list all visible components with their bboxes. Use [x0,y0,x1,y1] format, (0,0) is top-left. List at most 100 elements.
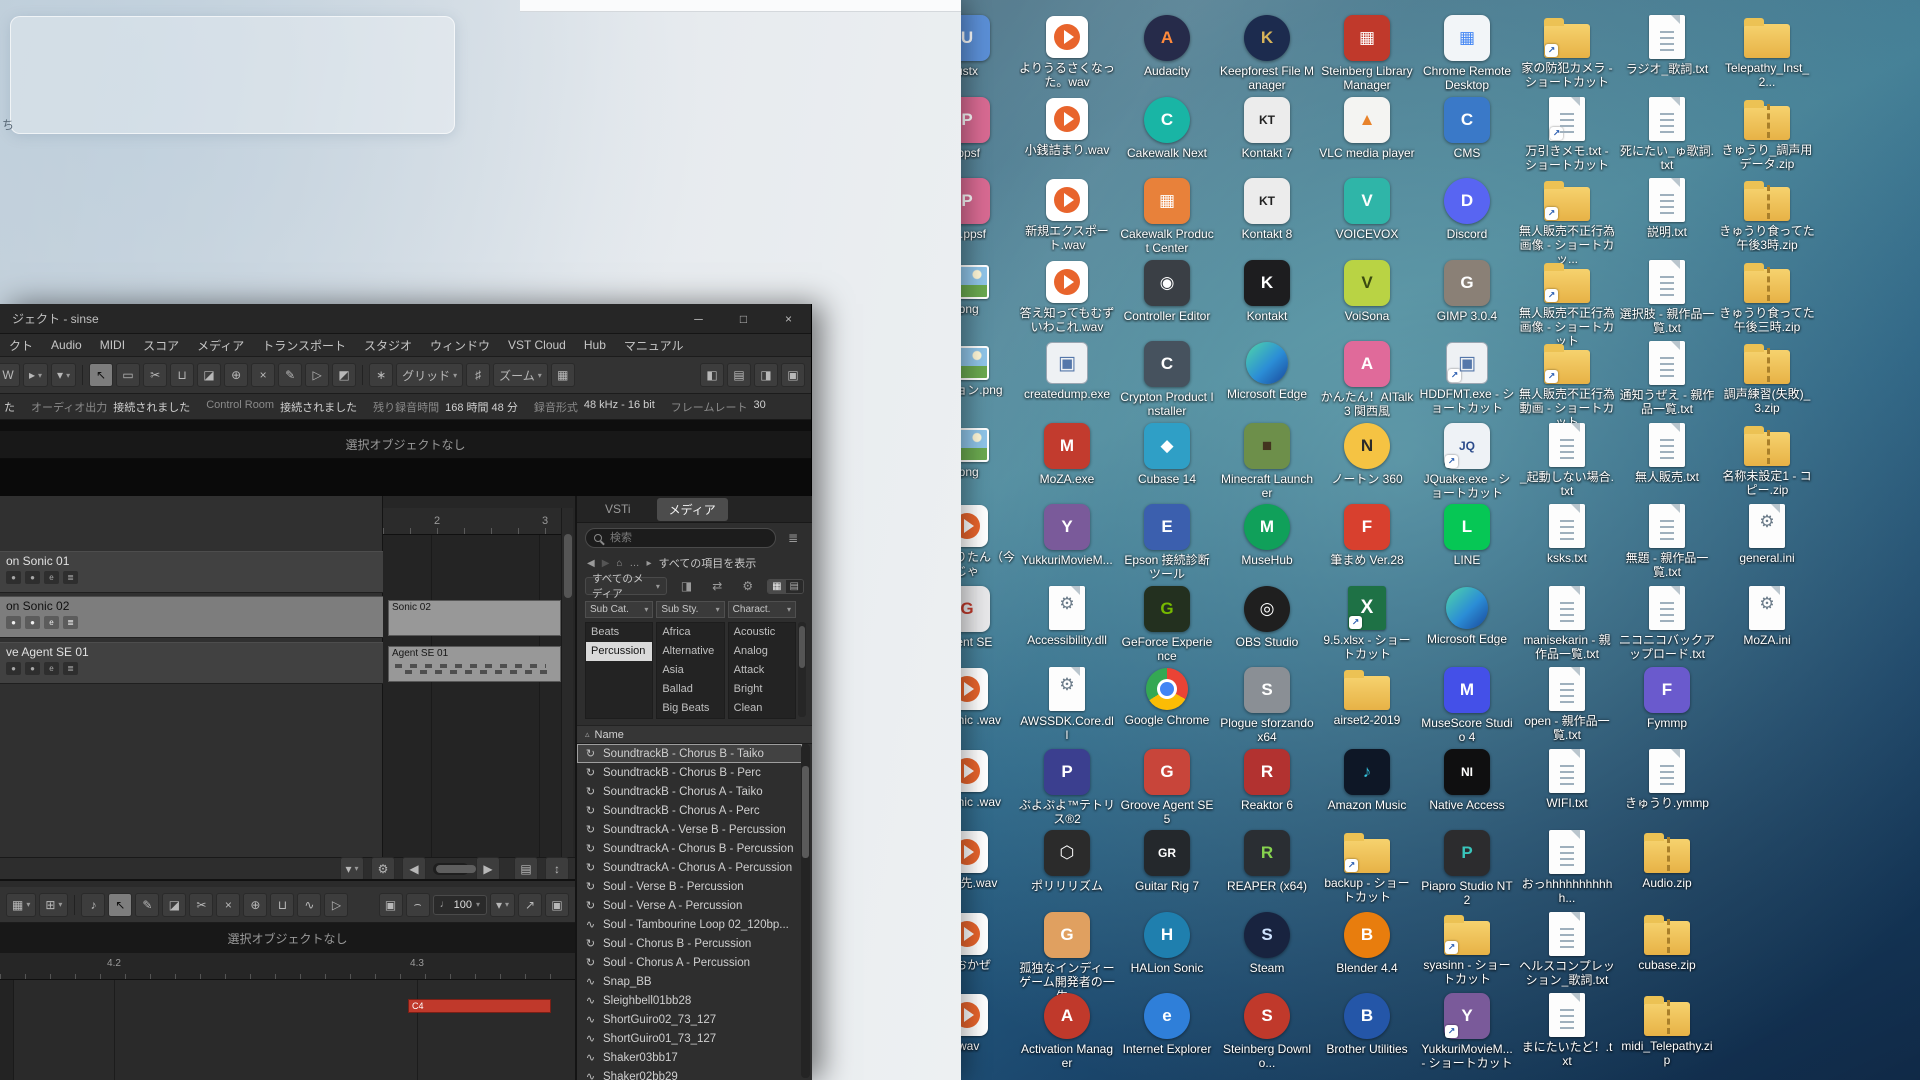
desktop-icon[interactable]: EEpson 接続診断ツール [1119,503,1215,581]
desktop-icon[interactable]: RREAPER (x64) [1219,829,1315,893]
menu-item[interactable]: ウィンドウ [421,337,499,354]
desktop-icon[interactable]: ▦Steinberg Library Manager [1319,14,1415,92]
media-result-row[interactable]: ∿Snap_BB [577,972,802,991]
meter-icon[interactable]: ≣ [63,616,78,629]
scrollbar-thumb[interactable] [564,534,572,598]
activate-project-dropdown[interactable]: ▸▾ [23,363,48,387]
media-result-row[interactable]: ↻SoundtrackA - Chorus A - Percussion [577,858,802,877]
desktop-icon[interactable]: CCMS [1419,96,1515,160]
path-ellipsis[interactable]: … [629,558,639,569]
view-mode-icon[interactable]: ▦ [768,580,785,593]
media-result-row[interactable]: ↻SoundtrackA - Chorus B - Percussion [577,839,802,858]
split-tool[interactable]: ✂ [143,363,167,387]
desktop-icon[interactable]: Accessibility.dll [1019,585,1115,647]
mute-tool[interactable]: × [251,363,275,387]
menu-item[interactable]: MIDI [91,338,134,352]
color-tool[interactable]: ◩ [332,363,356,387]
grid-type-dropdown[interactable]: グリッド▾ [396,363,463,387]
desktop-icon[interactable]: KKontakt [1219,259,1315,323]
desktop-icon[interactable]: VVoiSona [1319,259,1415,323]
menu-item[interactable]: メディア [188,337,253,354]
length-quantize-stepper[interactable]: ♩100▾ [433,895,487,915]
desktop-icon[interactable]: ksks.txt [1519,503,1615,565]
results-name-header[interactable]: ▵ Name [577,725,812,744]
desktop-icon[interactable]: MMuseHub [1219,503,1315,567]
menu-item[interactable]: VST Cloud [499,338,575,352]
meter-icon[interactable]: ≣ [63,571,78,584]
desktop-icon[interactable]: createdump.exe [1019,340,1115,401]
desktop-icon[interactable]: 死にたい_ゅ歌詞.txt [1619,96,1715,172]
mute-button[interactable]: ● [6,662,21,675]
desktop-icon[interactable]: 選択肢 - 親作品一覧.txt [1619,259,1715,335]
glue-tool[interactable]: ⊔ [170,363,194,387]
desktop-icon[interactable]: SSteinberg Downlo... [1219,992,1315,1070]
desktop-icon[interactable]: ↗backup - ショートカット [1319,829,1415,904]
auto-select-controllers-button[interactable]: ▣ [379,893,403,917]
tab-メディア[interactable]: メディア [657,498,728,521]
desktop-icon[interactable]: ↗万引きメモ.txt - ショートカット [1519,96,1615,172]
desktop-icon[interactable]: AWSSDK.Core.dll [1019,666,1115,742]
media-result-row[interactable]: ∿Soul - Tambourine Loop 02_120bp... [577,915,802,934]
zoom-preset-button[interactable]: ▤ [514,857,538,881]
editor-setup-button[interactable]: ▣ [545,893,569,917]
path-chevron-icon[interactable]: ▸ [646,558,651,569]
media-result-row[interactable]: ↻SoundtrackB - Chorus B - Perc [577,763,802,782]
desktop-icon[interactable]: open - 親作品一覧.txt [1519,666,1615,742]
desktop-icon[interactable]: きゅうり_調声用データ.zip [1719,96,1815,171]
scrollbar-thumb[interactable] [799,626,805,668]
results-scrollbar[interactable] [801,744,810,1078]
cubase-titlebar[interactable]: ジェクト - sinse ─□× [0,304,811,334]
media-result-row[interactable]: ↻SoundtrackB - Chorus A - Perc [577,801,802,820]
desktop-icon[interactable]: VVOICEVOX [1319,177,1415,241]
desktop-icon[interactable]: ヘルスコンプレッション_歌詞.txt [1519,911,1615,987]
draw-tool[interactable]: ✎ [278,363,302,387]
menu-item[interactable]: Hub [575,338,615,352]
quantize-dropdown[interactable]: ▾▾ [490,893,515,917]
desktop-icon[interactable]: MMoZA.exe [1019,422,1115,486]
media-settings-button[interactable]: ⚙ [736,578,759,594]
desktop-icon[interactable]: manisekarin - 親作品一覧.txt [1519,585,1615,661]
desktop-icon[interactable]: MMuseScore Studio 4 [1419,666,1515,744]
attribute-dropdown[interactable]: Sub Cat.▾ [585,601,653,618]
desktop-icon[interactable]: midi_Telepathy.zip [1619,992,1715,1067]
desktop-icon[interactable]: Nノートン 360 [1319,422,1415,486]
acoustic-feedback-button[interactable]: ♪ [81,893,105,917]
solo-button[interactable]: ● [25,662,40,675]
scrollbar-thumb[interactable] [436,865,476,873]
menu-item[interactable]: Audio [42,338,91,352]
desktop-icon[interactable]: ↗無人販売不正行為画像 - ショートカッ... [1519,177,1615,266]
audio-event-clip[interactable]: Sonic 02 [388,600,561,636]
media-result-row[interactable]: ∿ShortGuiro01_73_127 [577,1029,802,1048]
desktop-icon[interactable]: LLINE [1419,503,1515,567]
line-tool[interactable]: ∿ [297,893,321,917]
desktop-icon[interactable]: ▲VLC media player [1319,96,1415,160]
back-button[interactable]: ◀ [587,558,595,569]
meter-icon[interactable]: ≣ [63,662,78,675]
edit-channel-button[interactable]: e [44,616,59,629]
zoom-preset-dropdown[interactable]: ズーム▾ [493,363,548,387]
desktop-icon[interactable]: SSteam [1219,911,1315,975]
desktop-icon[interactable]: JQ↗JQuake.exe - ショートカット [1419,422,1515,500]
desktop-icon[interactable]: SPlogue sforzando x64 [1219,666,1315,744]
menu-item[interactable]: スコア [134,337,188,354]
editor-view-dropdown[interactable]: ⊞▾ [39,893,68,917]
desktop-icon[interactable]: PPiapro Studio NT2 [1419,829,1515,907]
menu-item[interactable]: トランスポート [253,337,355,354]
desktop-icon[interactable]: AActivation Manager [1019,992,1115,1070]
mute-button[interactable]: ● [6,616,21,629]
media-result-row[interactable]: ∿Sleighbell01bb28 [577,991,802,1010]
filter-item[interactable]: Analog [729,642,795,661]
lower-zone-toggle[interactable]: ▤ [727,363,751,387]
desktop-icon[interactable]: ◎OBS Studio [1219,585,1315,649]
desktop-icon[interactable]: KKeepforest File Manager [1219,14,1315,92]
range-select-tool[interactable]: ▭ [116,363,140,387]
solo-button[interactable]: ● [25,616,40,629]
desktop-icon[interactable]: ⬡ポリリリズム [1019,829,1115,893]
scroll-left-button[interactable]: ◀ [402,857,426,881]
object-select-tool[interactable]: ↖ [108,893,132,917]
desktop-icon[interactable]: CCakewalk Next [1119,96,1215,160]
mute-tool[interactable]: × [216,893,240,917]
filter-toggle-button[interactable]: ◨ [675,578,698,594]
event-display[interactable]: Sonic 02Agent SE 01 [383,535,561,857]
desktop-icon[interactable]: よりうるさくなった。wav [1019,14,1115,89]
